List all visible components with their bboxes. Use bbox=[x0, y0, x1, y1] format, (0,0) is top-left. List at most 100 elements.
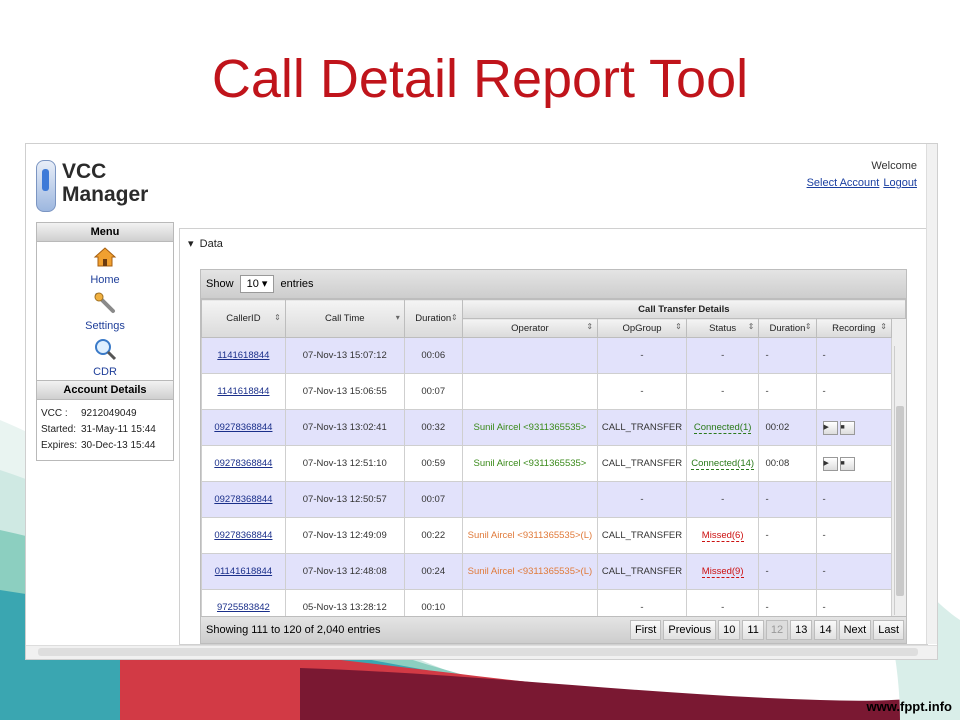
pagination-bar: Showing 111 to 120 of 2,040 entries Firs… bbox=[201, 616, 906, 643]
sidebar-item-cdr[interactable]: CDR bbox=[37, 334, 173, 380]
pager-button[interactable]: 14 bbox=[814, 620, 837, 640]
col-callerid[interactable]: CallerID ⇕ bbox=[201, 299, 286, 338]
page-size-select[interactable]: 10 ▾ bbox=[239, 275, 275, 293]
footer-credit: www.fppt.info bbox=[866, 699, 952, 714]
account-value: 30-Dec-13 15:44 bbox=[81, 440, 156, 451]
account-title: Account Details bbox=[37, 381, 173, 400]
window-hscroll[interactable] bbox=[26, 645, 937, 659]
caller-id-link[interactable]: 09278368844 bbox=[214, 458, 272, 469]
table-row: 1141618844 07-Nov-13 15:07:12 00:06- - - - bbox=[201, 337, 906, 374]
caller-id-link[interactable]: 09278368844 bbox=[214, 422, 272, 433]
caller-id-link[interactable]: 1141618844 bbox=[217, 386, 269, 397]
opgroup: CALL_TRANSFER bbox=[597, 445, 687, 482]
status[interactable]: Missed(6) bbox=[701, 530, 744, 542]
operator: Sunil Aircel <9311365535> bbox=[473, 458, 587, 469]
col-opgroup[interactable]: OpGroup ⇕ bbox=[597, 318, 687, 338]
account-box: Account Details VCC : 9212049049 Started:… bbox=[36, 381, 174, 461]
show-label: Show bbox=[206, 278, 234, 290]
caller-id-link[interactable]: 01141618844 bbox=[215, 566, 272, 577]
account-key: VCC : bbox=[41, 408, 68, 419]
status[interactable]: Connected(14) bbox=[691, 458, 755, 470]
call-time: 07-Nov-13 12:48:08 bbox=[284, 553, 405, 590]
duration: 00:24 bbox=[403, 553, 463, 590]
panel-header[interactable]: ▾ Data bbox=[180, 229, 927, 258]
caller-id-link[interactable]: 09278368844 bbox=[214, 494, 272, 505]
grid-toolbar: Show 10 ▾ entries bbox=[201, 270, 906, 299]
phone-icon bbox=[36, 160, 56, 212]
col-operator[interactable]: Operator ⇕ bbox=[461, 318, 599, 338]
opgroup: - bbox=[597, 481, 687, 518]
play-icon[interactable]: ▶ bbox=[822, 420, 838, 435]
recording-cell: - bbox=[822, 350, 826, 361]
transfer-duration: - bbox=[758, 373, 817, 410]
call-time: 07-Nov-13 12:49:09 bbox=[284, 517, 405, 554]
play-icon[interactable]: ▶ bbox=[822, 456, 838, 471]
opgroup: CALL_TRANSFER bbox=[597, 409, 687, 446]
opgroup: CALL_TRANSFER bbox=[597, 517, 687, 554]
call-time: 07-Nov-13 15:07:12 bbox=[284, 337, 405, 374]
pager-button[interactable]: 11 bbox=[742, 620, 764, 640]
select-account-link[interactable]: Select Account bbox=[807, 177, 880, 189]
pager-button[interactable]: Previous bbox=[663, 620, 717, 640]
recording-cell: - bbox=[822, 566, 826, 577]
app-name-line1: VCC bbox=[62, 160, 107, 183]
pager-button[interactable]: Last bbox=[873, 620, 904, 640]
save-icon[interactable]: ■ bbox=[839, 456, 855, 471]
sidebar-item-home[interactable]: Home bbox=[37, 242, 173, 288]
wrench-icon bbox=[94, 292, 115, 313]
transfer-duration: - bbox=[758, 553, 817, 590]
table-row: 09278368844 07-Nov-13 12:50:57 00:07- - - - bbox=[201, 481, 906, 518]
menu-title: Menu bbox=[37, 223, 173, 242]
call-time: 07-Nov-13 15:06:55 bbox=[284, 373, 405, 410]
logout-link[interactable]: Logout bbox=[883, 177, 917, 189]
status: - bbox=[721, 350, 725, 361]
account-key: Started: bbox=[41, 424, 77, 435]
col-recording[interactable]: Recording ⇕ bbox=[815, 318, 893, 338]
transfer-duration: - bbox=[758, 481, 817, 518]
caller-id-link[interactable]: 1141618844 bbox=[217, 350, 269, 361]
panel-title: Data bbox=[199, 238, 223, 250]
col-calltime[interactable]: Call Time ▾ bbox=[284, 299, 405, 338]
sidebar-item-label: Home bbox=[90, 274, 120, 286]
pager-button[interactable]: 12 bbox=[765, 620, 789, 640]
recording-cell: - bbox=[822, 386, 826, 397]
col-status[interactable]: Status ⇕ bbox=[685, 318, 760, 338]
home-icon bbox=[93, 247, 117, 267]
pager-button[interactable]: First bbox=[629, 620, 662, 640]
table-row: 09278368844 07-Nov-13 12:49:09 00:22 Sunil … bbox=[201, 517, 906, 554]
save-icon[interactable]: ■ bbox=[839, 420, 855, 435]
status[interactable]: Connected(1) bbox=[693, 422, 752, 434]
sidebar-item-label: Settings bbox=[85, 320, 125, 332]
recording-controls[interactable]: ▶ ■ bbox=[822, 456, 855, 471]
opgroup: CALL_TRANSFER bbox=[597, 553, 687, 590]
pagination-info: Showing 111 to 120 of 2,040 entries bbox=[206, 624, 381, 636]
call-time: 07-Nov-13 12:51:10 bbox=[284, 445, 405, 482]
recording-cell: - bbox=[822, 602, 826, 613]
account-value: 31-May-11 15:44 bbox=[81, 424, 156, 435]
operator: Sunil Aircel <9311365535> bbox=[473, 422, 587, 433]
table-scrollbar[interactable] bbox=[894, 346, 905, 615]
welcome-text: Welcome bbox=[871, 160, 917, 172]
recording-controls[interactable]: ▶ ■ bbox=[822, 420, 855, 435]
status[interactable]: Missed(9) bbox=[701, 566, 744, 578]
operator: Sunil Aircel <9311365535>(L) bbox=[467, 530, 593, 541]
pager-button[interactable]: 13 bbox=[790, 620, 813, 640]
account-value: 9212049049 bbox=[81, 408, 137, 419]
col-duration[interactable]: Duration ⇕ bbox=[403, 299, 463, 338]
pager-button[interactable]: 10 bbox=[718, 620, 741, 640]
recording-cell: - bbox=[822, 494, 826, 505]
transfer-duration: - bbox=[758, 337, 817, 374]
window-vscroll[interactable] bbox=[926, 144, 937, 644]
menu-box: Menu Home Settings CDR bbox=[36, 222, 174, 381]
col-transfer-duration[interactable]: Duration ⇕ bbox=[758, 318, 817, 338]
duration: 00:07 bbox=[403, 481, 463, 518]
operator: Sunil Aircel <9311365535>(L) bbox=[467, 566, 593, 577]
duration: 00:06 bbox=[403, 337, 463, 374]
sidebar-item-settings[interactable]: Settings bbox=[37, 288, 173, 334]
transfer-duration: - bbox=[758, 517, 817, 554]
group-header: Call Transfer Details bbox=[461, 299, 907, 319]
caller-id-link[interactable]: 09278368844 bbox=[214, 530, 272, 541]
caller-id-link[interactable]: 9725583842 bbox=[217, 602, 270, 613]
duration: 00:59 bbox=[403, 445, 463, 482]
pager-button[interactable]: Next bbox=[838, 620, 872, 640]
